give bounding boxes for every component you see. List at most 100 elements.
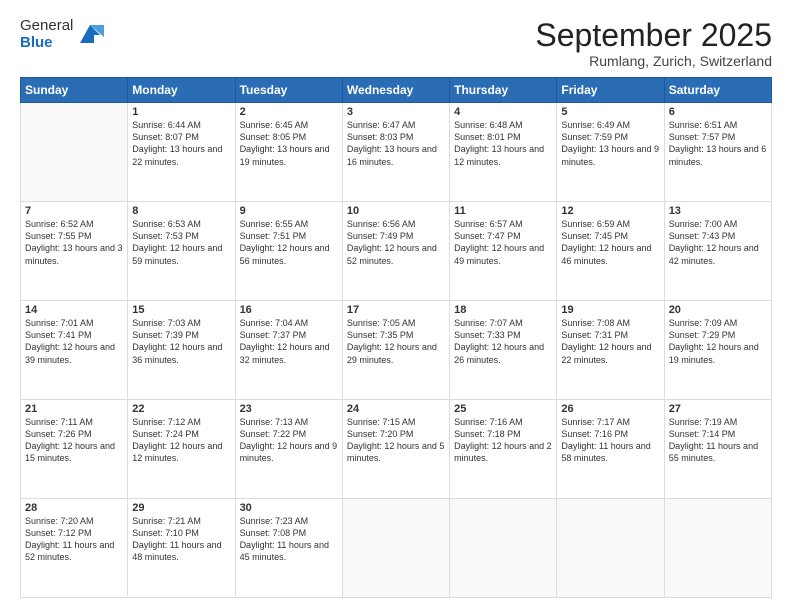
calendar-cell: 15Sunrise: 7:03 AMSunset: 7:39 PMDayligh… <box>128 301 235 400</box>
day-info: Sunrise: 7:23 AMSunset: 7:08 PMDaylight:… <box>240 515 338 564</box>
day-number: 22 <box>132 403 230 415</box>
weekday-header-wednesday: Wednesday <box>342 78 449 103</box>
calendar-cell: 12Sunrise: 6:59 AMSunset: 7:45 PMDayligh… <box>557 202 664 301</box>
calendar-cell: 21Sunrise: 7:11 AMSunset: 7:26 PMDayligh… <box>21 400 128 499</box>
day-info: Sunrise: 7:21 AMSunset: 7:10 PMDaylight:… <box>132 515 230 564</box>
calendar-cell: 26Sunrise: 7:17 AMSunset: 7:16 PMDayligh… <box>557 400 664 499</box>
calendar-cell: 8Sunrise: 6:53 AMSunset: 7:53 PMDaylight… <box>128 202 235 301</box>
calendar-cell: 4Sunrise: 6:48 AMSunset: 8:01 PMDaylight… <box>450 103 557 202</box>
day-number: 29 <box>132 502 230 514</box>
logo: General Blue <box>20 18 104 51</box>
calendar-cell: 23Sunrise: 7:13 AMSunset: 7:22 PMDayligh… <box>235 400 342 499</box>
logo-general: General Blue <box>20 18 73 51</box>
calendar-cell <box>342 499 449 598</box>
day-info: Sunrise: 7:04 AMSunset: 7:37 PMDaylight:… <box>240 317 338 366</box>
logo-icon <box>76 21 104 49</box>
day-number: 25 <box>454 403 552 415</box>
day-number: 4 <box>454 106 552 118</box>
day-info: Sunrise: 6:51 AMSunset: 7:57 PMDaylight:… <box>669 119 767 168</box>
day-number: 21 <box>25 403 123 415</box>
day-number: 30 <box>240 502 338 514</box>
day-number: 24 <box>347 403 445 415</box>
calendar-cell: 25Sunrise: 7:16 AMSunset: 7:18 PMDayligh… <box>450 400 557 499</box>
weekday-header-tuesday: Tuesday <box>235 78 342 103</box>
day-info: Sunrise: 7:03 AMSunset: 7:39 PMDaylight:… <box>132 317 230 366</box>
day-info: Sunrise: 7:20 AMSunset: 7:12 PMDaylight:… <box>25 515 123 564</box>
day-number: 15 <box>132 304 230 316</box>
day-number: 11 <box>454 205 552 217</box>
day-number: 1 <box>132 106 230 118</box>
calendar-cell <box>21 103 128 202</box>
week-row-0: 1Sunrise: 6:44 AMSunset: 8:07 PMDaylight… <box>21 103 772 202</box>
calendar-cell: 18Sunrise: 7:07 AMSunset: 7:33 PMDayligh… <box>450 301 557 400</box>
weekday-header-thursday: Thursday <box>450 78 557 103</box>
calendar-cell: 14Sunrise: 7:01 AMSunset: 7:41 PMDayligh… <box>21 301 128 400</box>
day-info: Sunrise: 6:57 AMSunset: 7:47 PMDaylight:… <box>454 218 552 267</box>
day-number: 7 <box>25 205 123 217</box>
day-number: 13 <box>669 205 767 217</box>
day-info: Sunrise: 7:13 AMSunset: 7:22 PMDaylight:… <box>240 416 338 465</box>
day-number: 14 <box>25 304 123 316</box>
weekday-header-friday: Friday <box>557 78 664 103</box>
calendar-cell: 22Sunrise: 7:12 AMSunset: 7:24 PMDayligh… <box>128 400 235 499</box>
day-info: Sunrise: 7:07 AMSunset: 7:33 PMDaylight:… <box>454 317 552 366</box>
day-number: 23 <box>240 403 338 415</box>
day-number: 9 <box>240 205 338 217</box>
day-info: Sunrise: 7:16 AMSunset: 7:18 PMDaylight:… <box>454 416 552 465</box>
month-title: September 2025 <box>535 18 772 53</box>
day-info: Sunrise: 6:53 AMSunset: 7:53 PMDaylight:… <box>132 218 230 267</box>
day-number: 28 <box>25 502 123 514</box>
calendar-cell: 29Sunrise: 7:21 AMSunset: 7:10 PMDayligh… <box>128 499 235 598</box>
weekday-header-saturday: Saturday <box>664 78 771 103</box>
weekday-header-monday: Monday <box>128 78 235 103</box>
day-number: 10 <box>347 205 445 217</box>
calendar-cell <box>664 499 771 598</box>
location-title: Rumlang, Zurich, Switzerland <box>535 53 772 69</box>
week-row-4: 28Sunrise: 7:20 AMSunset: 7:12 PMDayligh… <box>21 499 772 598</box>
calendar-cell: 1Sunrise: 6:44 AMSunset: 8:07 PMDaylight… <box>128 103 235 202</box>
day-number: 2 <box>240 106 338 118</box>
calendar-cell: 27Sunrise: 7:19 AMSunset: 7:14 PMDayligh… <box>664 400 771 499</box>
weekday-header-sunday: Sunday <box>21 78 128 103</box>
day-info: Sunrise: 7:12 AMSunset: 7:24 PMDaylight:… <box>132 416 230 465</box>
day-info: Sunrise: 7:01 AMSunset: 7:41 PMDaylight:… <box>25 317 123 366</box>
calendar-cell: 6Sunrise: 6:51 AMSunset: 7:57 PMDaylight… <box>664 103 771 202</box>
day-number: 12 <box>561 205 659 217</box>
calendar: SundayMondayTuesdayWednesdayThursdayFrid… <box>20 77 772 598</box>
page: General Blue September 2025 Rumlang, Zur… <box>0 0 792 612</box>
day-number: 3 <box>347 106 445 118</box>
day-info: Sunrise: 6:56 AMSunset: 7:49 PMDaylight:… <box>347 218 445 267</box>
week-row-3: 21Sunrise: 7:11 AMSunset: 7:26 PMDayligh… <box>21 400 772 499</box>
day-info: Sunrise: 7:08 AMSunset: 7:31 PMDaylight:… <box>561 317 659 366</box>
calendar-cell: 19Sunrise: 7:08 AMSunset: 7:31 PMDayligh… <box>557 301 664 400</box>
calendar-cell: 16Sunrise: 7:04 AMSunset: 7:37 PMDayligh… <box>235 301 342 400</box>
day-info: Sunrise: 6:44 AMSunset: 8:07 PMDaylight:… <box>132 119 230 168</box>
day-info: Sunrise: 7:09 AMSunset: 7:29 PMDaylight:… <box>669 317 767 366</box>
day-number: 16 <box>240 304 338 316</box>
calendar-cell: 2Sunrise: 6:45 AMSunset: 8:05 PMDaylight… <box>235 103 342 202</box>
calendar-cell: 20Sunrise: 7:09 AMSunset: 7:29 PMDayligh… <box>664 301 771 400</box>
calendar-cell: 30Sunrise: 7:23 AMSunset: 7:08 PMDayligh… <box>235 499 342 598</box>
title-block: September 2025 Rumlang, Zurich, Switzerl… <box>535 18 772 69</box>
day-number: 27 <box>669 403 767 415</box>
day-info: Sunrise: 6:55 AMSunset: 7:51 PMDaylight:… <box>240 218 338 267</box>
day-info: Sunrise: 7:19 AMSunset: 7:14 PMDaylight:… <box>669 416 767 465</box>
day-number: 17 <box>347 304 445 316</box>
day-number: 20 <box>669 304 767 316</box>
day-number: 18 <box>454 304 552 316</box>
day-number: 5 <box>561 106 659 118</box>
calendar-cell: 13Sunrise: 7:00 AMSunset: 7:43 PMDayligh… <box>664 202 771 301</box>
calendar-cell <box>557 499 664 598</box>
day-info: Sunrise: 6:52 AMSunset: 7:55 PMDaylight:… <box>25 218 123 267</box>
day-number: 26 <box>561 403 659 415</box>
day-info: Sunrise: 7:05 AMSunset: 7:35 PMDaylight:… <box>347 317 445 366</box>
day-number: 19 <box>561 304 659 316</box>
day-info: Sunrise: 6:47 AMSunset: 8:03 PMDaylight:… <box>347 119 445 168</box>
calendar-cell: 28Sunrise: 7:20 AMSunset: 7:12 PMDayligh… <box>21 499 128 598</box>
calendar-cell: 11Sunrise: 6:57 AMSunset: 7:47 PMDayligh… <box>450 202 557 301</box>
day-info: Sunrise: 7:11 AMSunset: 7:26 PMDaylight:… <box>25 416 123 465</box>
day-number: 8 <box>132 205 230 217</box>
calendar-cell: 17Sunrise: 7:05 AMSunset: 7:35 PMDayligh… <box>342 301 449 400</box>
day-info: Sunrise: 7:15 AMSunset: 7:20 PMDaylight:… <box>347 416 445 465</box>
calendar-cell: 24Sunrise: 7:15 AMSunset: 7:20 PMDayligh… <box>342 400 449 499</box>
